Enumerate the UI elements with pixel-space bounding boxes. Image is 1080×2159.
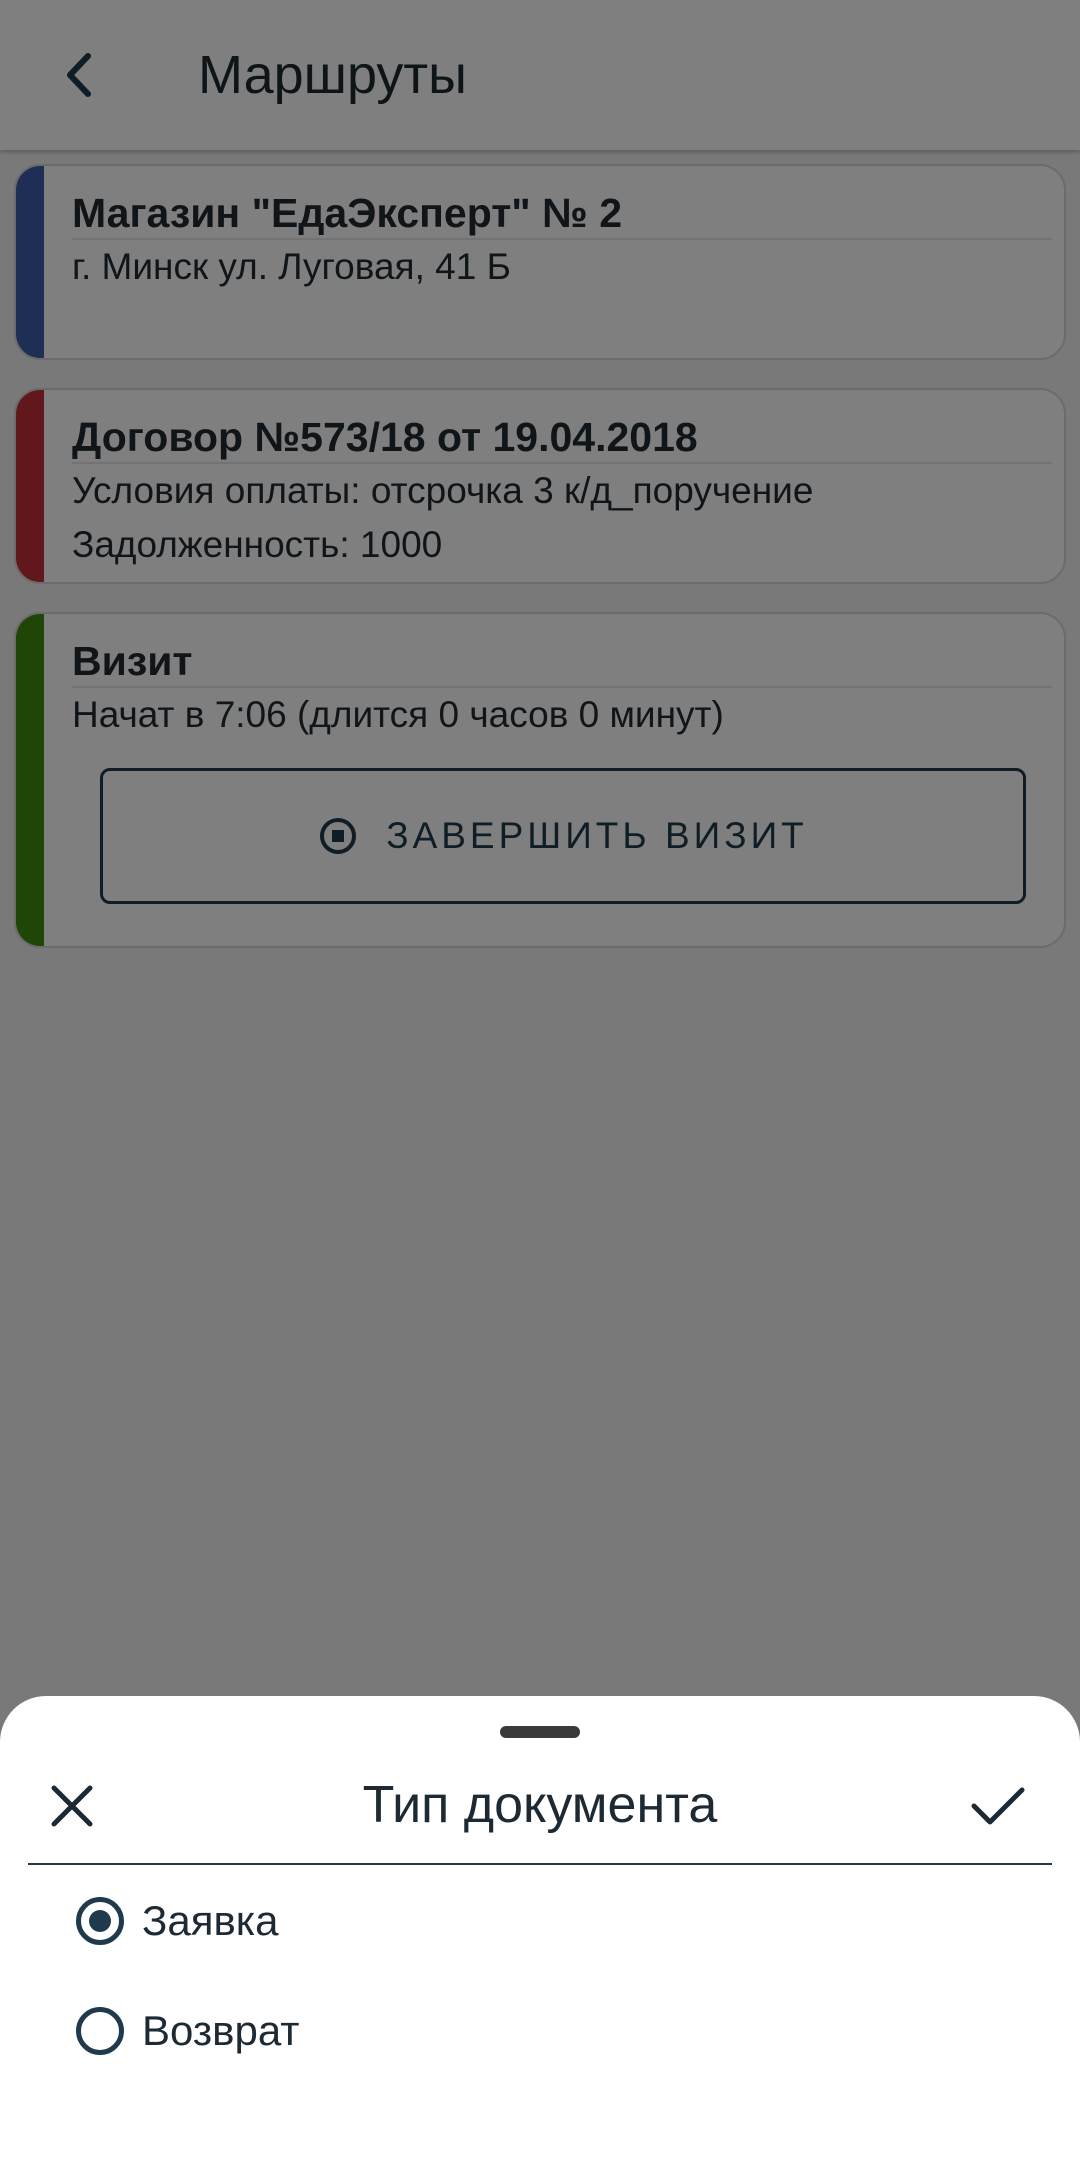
radio-selected-icon[interactable] bbox=[76, 1897, 124, 1945]
drag-handle[interactable] bbox=[500, 1726, 580, 1738]
radio-unselected-icon[interactable] bbox=[76, 2007, 124, 2055]
sheet-title: Тип документа bbox=[362, 1776, 718, 1834]
option-order[interactable]: Заявка bbox=[76, 1881, 278, 1961]
sheet-divider bbox=[28, 1863, 1052, 1865]
close-button[interactable] bbox=[32, 1766, 112, 1846]
option-return[interactable]: Возврат bbox=[76, 1991, 300, 2071]
document-type-sheet: Тип документа Заявка Возврат bbox=[0, 1696, 1080, 2159]
option-label: Возврат bbox=[142, 2007, 300, 2054]
close-icon bbox=[51, 1785, 93, 1827]
option-label: Заявка bbox=[142, 1897, 279, 1944]
confirm-button[interactable] bbox=[948, 1766, 1048, 1846]
check-icon bbox=[971, 1787, 1025, 1825]
